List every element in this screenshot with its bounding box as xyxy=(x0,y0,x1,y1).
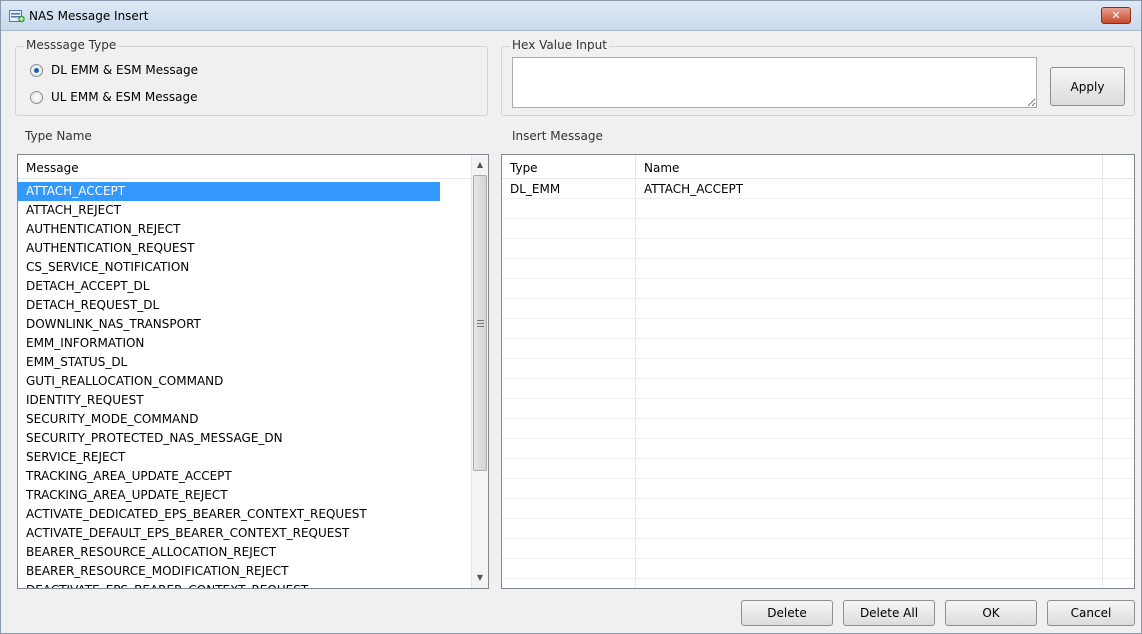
radio-dl-emm-esm[interactable]: DL EMM & ESM Message xyxy=(30,63,198,77)
title-bar: NAS Message Insert ✕ xyxy=(1,1,1141,31)
scrollbar-grip xyxy=(477,323,484,324)
radio-dl-label: DL EMM & ESM Message xyxy=(51,63,198,77)
ok-button[interactable]: OK xyxy=(945,600,1037,626)
message-list-item[interactable]: ATTACH_REJECT xyxy=(18,201,440,220)
empty-grid-row xyxy=(502,280,1134,299)
empty-grid-row xyxy=(502,200,1134,219)
empty-grid-row xyxy=(502,400,1134,419)
scroll-down-icon[interactable]: ▼ xyxy=(472,570,488,586)
message-list-item[interactable]: BEARER_RESOURCE_ALLOCATION_REJECT xyxy=(18,543,440,562)
message-column-header[interactable]: Message xyxy=(18,155,472,179)
message-list-item[interactable]: AUTHENTICATION_REJECT xyxy=(18,220,440,239)
message-type-group: Messsage Type DL EMM & ESM Message UL EM… xyxy=(15,38,488,116)
scrollbar-grip xyxy=(477,326,484,327)
type-column-header[interactable]: Type xyxy=(502,155,636,179)
type-name-list[interactable]: Message ATTACH_ACCEPT ATTACH_REJECT AUTHEN… xyxy=(17,154,489,589)
empty-grid-row xyxy=(502,360,1134,379)
message-list-item[interactable]: AUTHENTICATION_REQUEST xyxy=(18,239,440,258)
message-list-item[interactable]: SECURITY_MODE_COMMAND xyxy=(18,410,440,429)
empty-grid-row xyxy=(502,320,1134,339)
empty-grid-row xyxy=(502,300,1134,319)
type-name-label: Type Name xyxy=(25,129,92,143)
type-list-scrollbar[interactable]: ▲ ▼ xyxy=(471,155,488,588)
column-divider xyxy=(635,180,636,588)
name-cell: ATTACH_ACCEPT xyxy=(644,182,744,196)
empty-grid-row xyxy=(502,420,1134,439)
radio-icon[interactable] xyxy=(30,63,43,77)
radio-ul-emm-esm[interactable]: UL EMM & ESM Message xyxy=(30,90,198,104)
empty-grid-row xyxy=(502,260,1134,279)
empty-grid-row xyxy=(502,500,1134,519)
hex-value-input[interactable] xyxy=(512,57,1037,108)
insert-message-grid[interactable]: Type Name DL_EMM ATTACH_ACCEPT xyxy=(501,154,1135,589)
empty-grid-row xyxy=(502,340,1134,359)
cancel-button[interactable]: Cancel xyxy=(1047,600,1135,626)
delete-button[interactable]: Delete xyxy=(741,600,833,626)
empty-grid-row xyxy=(502,540,1134,559)
message-list-item[interactable]: ACTIVATE_DEFAULT_EPS_BEARER_CONTEXT_REQU… xyxy=(18,524,440,543)
table-row[interactable]: DL_EMM ATTACH_ACCEPT xyxy=(502,180,1134,199)
message-list-item[interactable]: TRACKING_AREA_UPDATE_ACCEPT xyxy=(18,467,440,486)
close-button[interactable]: ✕ xyxy=(1101,7,1131,24)
radio-ul-label: UL EMM & ESM Message xyxy=(51,90,198,104)
type-cell: DL_EMM xyxy=(510,182,561,196)
scrollbar-grip xyxy=(477,320,484,321)
message-list-item[interactable]: SECURITY_PROTECTED_NAS_MESSAGE_DN xyxy=(18,429,440,448)
name-column-header[interactable]: Name xyxy=(636,155,1103,179)
empty-grid-row xyxy=(502,220,1134,239)
empty-grid-row xyxy=(502,580,1134,588)
message-list-item[interactable]: GUTI_REALLOCATION_COMMAND xyxy=(18,372,440,391)
column-divider xyxy=(1102,180,1103,588)
message-list-item[interactable]: EMM_INFORMATION xyxy=(18,334,440,353)
nas-message-insert-window: NAS Message Insert ✕ Messsage Type DL EM… xyxy=(0,0,1142,634)
insert-grid-rows: DL_EMM ATTACH_ACCEPT xyxy=(502,180,1134,588)
apply-button[interactable]: Apply xyxy=(1050,67,1125,106)
delete-all-button[interactable]: Delete All xyxy=(843,600,935,626)
message-list-item[interactable]: TRACKING_AREA_UPDATE_REJECT xyxy=(18,486,440,505)
message-list-item[interactable]: DOWNLINK_NAS_TRANSPORT xyxy=(18,315,440,334)
message-list-item[interactable]: ACTIVATE_DEDICATED_EPS_BEARER_CONTEXT_RE… xyxy=(18,505,440,524)
message-list-item[interactable]: DEACTIVATE_EPS_BEARER_CONTEXT_REQUEST xyxy=(18,581,440,588)
empty-grid-row xyxy=(502,440,1134,459)
message-column-title[interactable]: Message xyxy=(18,155,472,179)
hex-value-label: Hex Value Input xyxy=(510,38,609,52)
insert-message-label: Insert Message xyxy=(512,129,603,143)
window-title: NAS Message Insert xyxy=(29,9,149,23)
empty-grid-row xyxy=(502,380,1134,399)
message-list-item[interactable]: CS_SERVICE_NOTIFICATION xyxy=(18,258,440,277)
empty-grid-row xyxy=(502,560,1134,579)
message-list-item[interactable]: DETACH_REQUEST_DL xyxy=(18,296,440,315)
empty-grid-row xyxy=(502,480,1134,499)
message-type-label: Messsage Type xyxy=(24,38,119,52)
message-list-item[interactable]: DETACH_ACCEPT_DL xyxy=(18,277,440,296)
empty-grid-row xyxy=(502,520,1134,539)
empty-grid-row xyxy=(502,240,1134,259)
message-list-item[interactable]: IDENTITY_REQUEST xyxy=(18,391,440,410)
message-list-item[interactable]: BEARER_RESOURCE_MODIFICATION_REJECT xyxy=(18,562,440,581)
nas-insert-icon xyxy=(9,10,25,23)
message-list-item[interactable]: EMM_STATUS_DL xyxy=(18,353,440,372)
insert-grid-header: Type Name xyxy=(502,155,1134,179)
message-list-item[interactable]: ATTACH_ACCEPT xyxy=(18,182,440,201)
message-list-item[interactable]: SERVICE_REJECT xyxy=(18,448,440,467)
type-name-rows: ATTACH_ACCEPT ATTACH_REJECT AUTHENTICATION… xyxy=(18,182,440,588)
scroll-up-icon[interactable]: ▲ xyxy=(472,157,488,173)
empty-grid-row xyxy=(502,460,1134,479)
scrollbar-thumb[interactable] xyxy=(473,175,487,471)
radio-icon[interactable] xyxy=(30,90,43,104)
